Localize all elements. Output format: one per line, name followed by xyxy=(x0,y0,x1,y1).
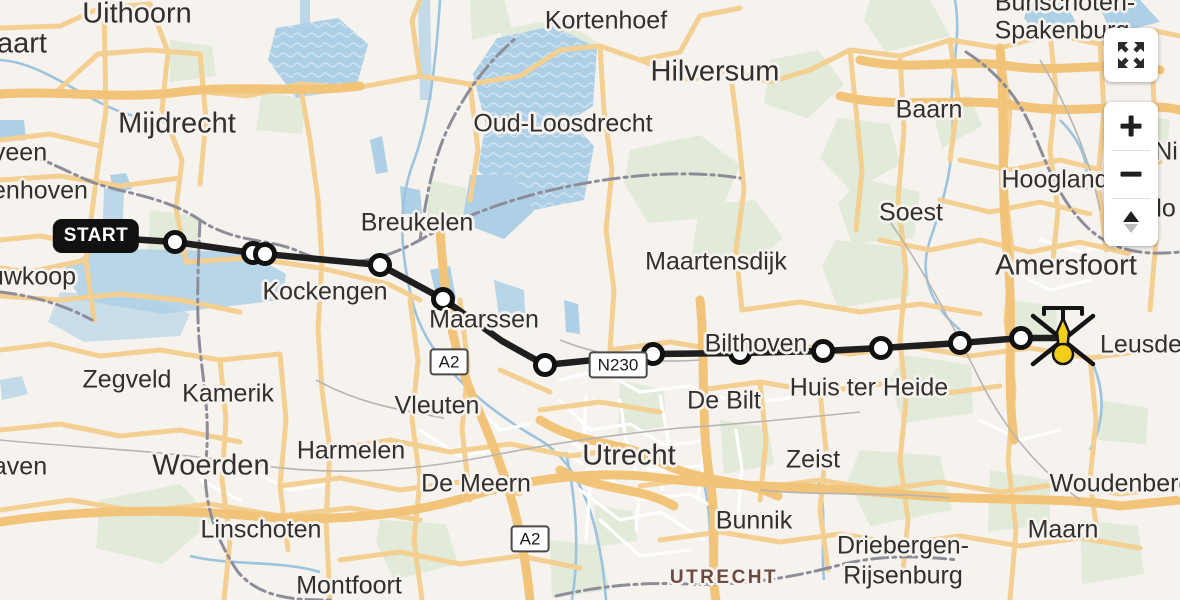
route-waypoint-marker[interactable] xyxy=(811,339,835,363)
shield-n230: N230 xyxy=(588,351,648,379)
minus-icon xyxy=(1120,171,1142,177)
compass-button[interactable] xyxy=(1104,198,1158,246)
zoom-in-button[interactable] xyxy=(1104,102,1158,150)
route-waypoint-marker[interactable] xyxy=(1009,326,1033,350)
zoom-out-button[interactable] xyxy=(1104,150,1158,198)
fullscreen-expand-icon xyxy=(1118,42,1144,68)
route-waypoint-marker[interactable] xyxy=(533,353,557,377)
map-canvas[interactable]: Uithoorn aart Kortenhoef Hilversum Bunschote… xyxy=(0,0,1180,600)
route-waypoint-marker[interactable] xyxy=(728,341,752,365)
shield-a2-north: A2 xyxy=(429,348,469,376)
shield-a2-south: A2 xyxy=(510,525,550,553)
fullscreen-button[interactable] xyxy=(1104,28,1158,82)
map-base-layer xyxy=(0,0,1180,600)
route-waypoint-marker[interactable] xyxy=(948,331,972,355)
start-marker-label: START xyxy=(52,219,140,253)
north-arrow-icon xyxy=(1123,211,1139,233)
route-waypoint-marker[interactable] xyxy=(431,287,455,311)
route-waypoint-marker[interactable] xyxy=(869,336,893,360)
plus-icon xyxy=(1120,115,1142,137)
zoom-control-stack[interactable] xyxy=(1104,102,1158,246)
route-waypoint-marker[interactable] xyxy=(253,242,277,266)
route-waypoint-marker[interactable] xyxy=(163,230,187,254)
route-waypoint-marker[interactable] xyxy=(368,253,392,277)
